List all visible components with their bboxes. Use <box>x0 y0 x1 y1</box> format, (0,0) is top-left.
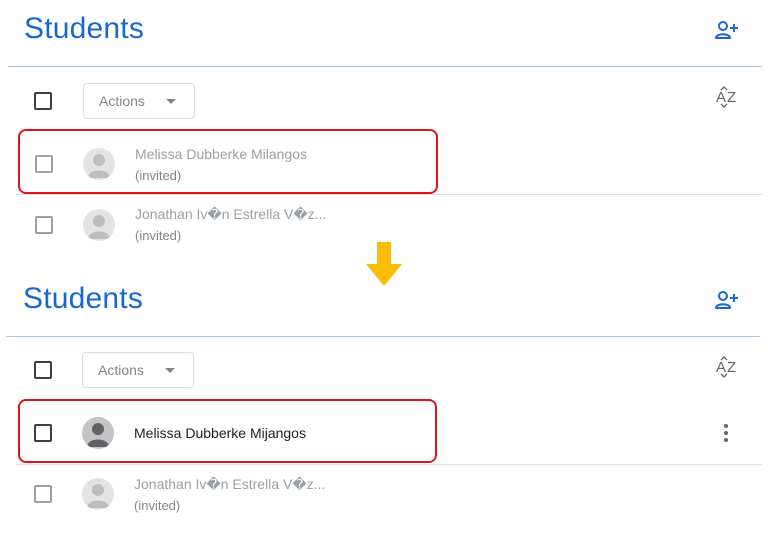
student-status: (invited) <box>134 498 181 513</box>
student-name: Jonathan Iv�n Estrella V�z... <box>135 206 327 222</box>
caret-down-icon <box>166 99 176 104</box>
row-checkbox[interactable] <box>35 216 53 234</box>
actions-dropdown[interactable]: Actions <box>82 352 194 388</box>
actions-label: Actions <box>99 93 145 109</box>
person-add-icon[interactable] <box>714 19 740 41</box>
actions-label: Actions <box>98 362 144 378</box>
select-all-checkbox[interactable] <box>34 92 52 110</box>
students-panel-after: Students Actions A Z Melissa Dubberke Mi… <box>0 270 768 544</box>
actions-dropdown[interactable]: Actions <box>83 83 195 119</box>
sort-az-icon[interactable]: A Z <box>716 356 738 378</box>
svg-text:A: A <box>716 89 726 106</box>
svg-text:A: A <box>716 359 726 376</box>
page-title: Students <box>24 12 145 45</box>
page-title: Students <box>23 282 144 315</box>
sort-az-icon[interactable]: A Z <box>716 86 738 108</box>
student-row[interactable]: Jonathan Iv�n Estrella V�z... (invited) <box>0 465 768 525</box>
avatar <box>83 209 115 241</box>
header-divider <box>6 336 760 337</box>
highlight-box <box>18 399 437 463</box>
svg-text:Z: Z <box>727 89 736 106</box>
svg-text:Z: Z <box>727 359 736 376</box>
more-vert-icon[interactable] <box>723 424 729 442</box>
student-name: Jonathan Iv�n Estrella V�z... <box>134 476 326 492</box>
student-status: (invited) <box>135 228 182 243</box>
caret-down-icon <box>165 368 175 373</box>
select-all-checkbox[interactable] <box>34 361 52 379</box>
students-panel-before: Students Actions A Z Melissa Dubberke Mi… <box>0 0 768 262</box>
person-add-icon[interactable] <box>714 289 740 311</box>
row-checkbox[interactable] <box>34 485 52 503</box>
highlight-box <box>18 129 438 194</box>
header-divider <box>8 66 762 67</box>
avatar <box>82 478 114 510</box>
